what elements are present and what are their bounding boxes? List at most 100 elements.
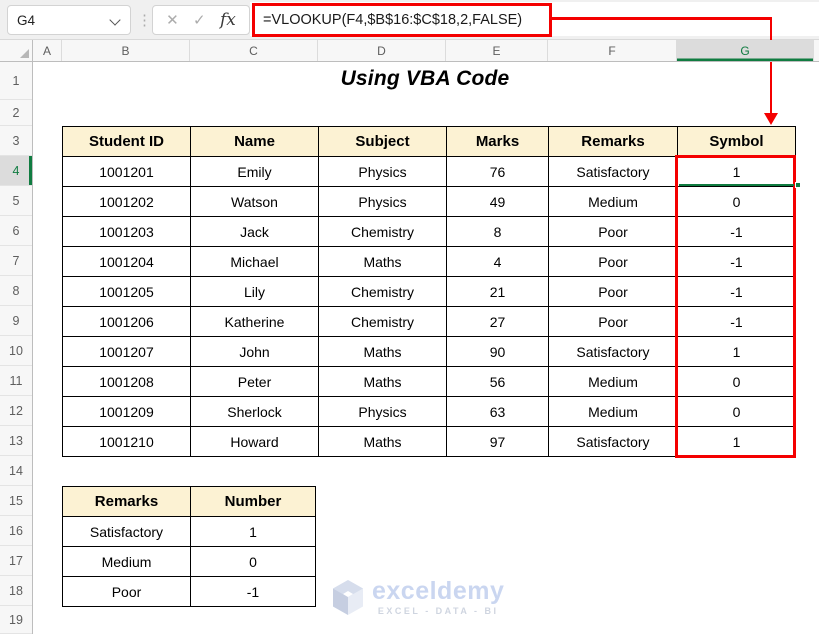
row-header-19[interactable]: 19 [0,606,32,634]
fill-handle[interactable] [795,182,801,188]
cell[interactable]: Poor [548,246,678,277]
cell[interactable]: 4 [446,246,549,277]
cell[interactable]: Maths [318,246,447,277]
column-header-cell[interactable]: Number [190,486,316,517]
cell[interactable]: 1001210 [62,426,191,457]
column-header-cell[interactable]: Name [190,126,319,157]
cell[interactable]: Maths [318,366,447,397]
column-header-A[interactable]: A [33,40,62,61]
cancel-icon[interactable]: ✕ [166,11,179,29]
column-header-B[interactable]: B [62,40,190,61]
cell[interactable]: John [190,336,319,367]
cell[interactable]: Maths [318,426,447,457]
cell[interactable]: Lily [190,276,319,307]
cell[interactable]: 1001203 [62,216,191,247]
cell[interactable]: 1001206 [62,306,191,337]
row-header-1[interactable]: 1 [0,62,32,100]
cell[interactable]: 1001209 [62,396,191,427]
cell[interactable]: 1 [677,156,796,187]
cell[interactable]: Medium [548,396,678,427]
cell[interactable]: Chemistry [318,306,447,337]
row-header-11[interactable]: 11 [0,366,32,396]
select-all-corner[interactable] [0,40,33,61]
column-header-D[interactable]: D [318,40,446,61]
column-header-E[interactable]: E [446,40,548,61]
row-header-10[interactable]: 10 [0,336,32,366]
row-header-5[interactable]: 5 [0,186,32,216]
cell[interactable]: 1 [677,426,796,457]
row-header-13[interactable]: 13 [0,426,32,456]
cell[interactable]: 90 [446,336,549,367]
row-header-7[interactable]: 7 [0,246,32,276]
cell[interactable]: Physics [318,186,447,217]
cell[interactable]: 97 [446,426,549,457]
chevron-down-icon[interactable] [111,15,121,25]
row-header-12[interactable]: 12 [0,396,32,426]
row-header-8[interactable]: 8 [0,276,32,306]
cell[interactable]: Medium [548,186,678,217]
cell[interactable]: Satisfactory [548,156,678,187]
cell[interactable]: Jack [190,216,319,247]
cell[interactable]: Howard [190,426,319,457]
cell[interactable]: Medium [548,366,678,397]
column-header-F[interactable]: F [548,40,677,61]
column-header-cell[interactable]: Marks [446,126,549,157]
cell[interactable]: 27 [446,306,549,337]
cell[interactable]: 8 [446,216,549,247]
cell[interactable]: 1 [677,336,796,367]
cell[interactable]: Michael [190,246,319,277]
cell[interactable]: Sherlock [190,396,319,427]
row-header-4[interactable]: 4 [0,156,32,186]
cell[interactable]: Katherine [190,306,319,337]
cell[interactable]: 56 [446,366,549,397]
cell[interactable]: 0 [677,366,796,397]
row-header-2[interactable]: 2 [0,100,32,126]
cell[interactable]: -1 [190,576,316,607]
cell[interactable]: 0 [677,186,796,217]
cell[interactable]: 1001204 [62,246,191,277]
column-header-C[interactable]: C [190,40,318,61]
cell[interactable]: 0 [190,546,316,577]
cell[interactable]: 1 [190,516,316,547]
cell[interactable]: Medium [62,546,191,577]
column-header-G[interactable]: G [677,40,814,61]
row-header-6[interactable]: 6 [0,216,32,246]
cell[interactable]: Maths [318,336,447,367]
column-header-cell[interactable]: Subject [318,126,447,157]
cell[interactable]: Watson [190,186,319,217]
cell[interactable]: 21 [446,276,549,307]
cell[interactable]: 0 [677,396,796,427]
row-header-15[interactable]: 15 [0,486,32,516]
cell[interactable]: Emily [190,156,319,187]
cell[interactable]: -1 [677,276,796,307]
column-header-cell[interactable]: Student ID [62,126,191,157]
cell[interactable]: Satisfactory [548,426,678,457]
cell[interactable]: Poor [62,576,191,607]
cell[interactable]: Physics [318,156,447,187]
cell[interactable]: 49 [446,186,549,217]
row-header-14[interactable]: 14 [0,456,32,486]
cell[interactable]: 1001205 [62,276,191,307]
cell[interactable]: -1 [677,306,796,337]
column-header-cell[interactable]: Remarks [62,486,191,517]
insert-function-fx-icon[interactable]: fx [220,10,236,30]
row-header-3[interactable]: 3 [0,126,32,156]
row-header-17[interactable]: 17 [0,546,32,576]
cell[interactable]: 1001202 [62,186,191,217]
cell[interactable]: Peter [190,366,319,397]
cell[interactable]: 1001207 [62,336,191,367]
column-header-cell[interactable]: Symbol [677,126,796,157]
cell[interactable]: Physics [318,396,447,427]
cell[interactable]: -1 [677,246,796,277]
enter-icon[interactable]: ✓ [193,11,206,29]
cell[interactable]: Poor [548,276,678,307]
row-header-18[interactable]: 18 [0,576,32,606]
cell[interactable]: 63 [446,396,549,427]
cell[interactable]: Satisfactory [548,336,678,367]
cell[interactable]: 1001208 [62,366,191,397]
cell[interactable]: 76 [446,156,549,187]
cell[interactable]: -1 [677,216,796,247]
cell[interactable]: Chemistry [318,276,447,307]
cell[interactable]: Poor [548,216,678,247]
row-header-9[interactable]: 9 [0,306,32,336]
